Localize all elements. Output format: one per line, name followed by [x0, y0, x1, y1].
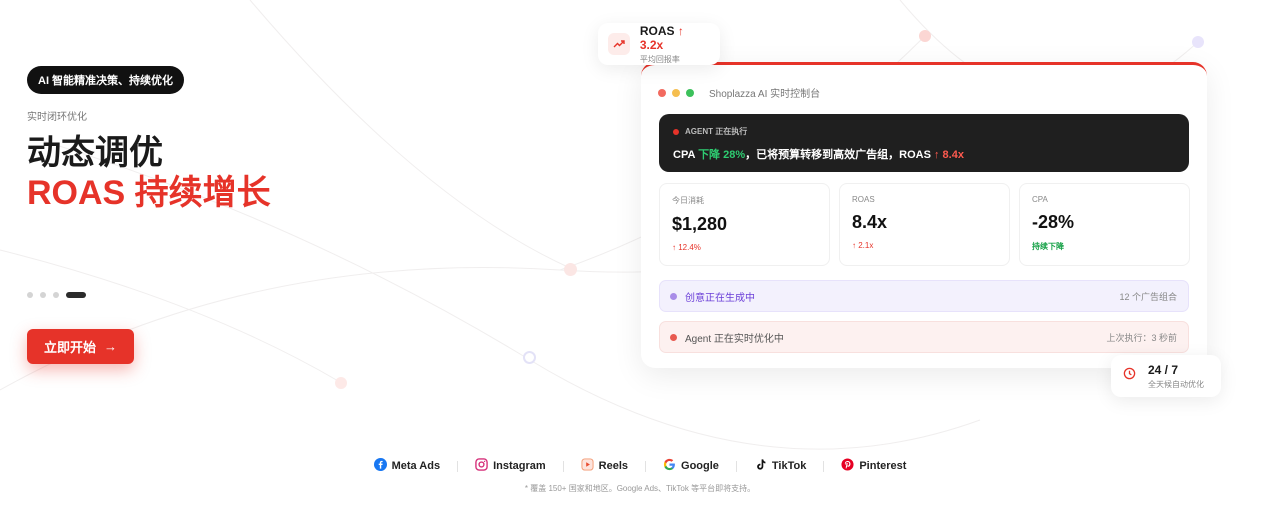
- eyebrow-text: 实时闭环优化: [27, 112, 87, 123]
- always-on-chip: 24 / 7 全天候自动优化: [1111, 355, 1221, 397]
- stat-cpa: CPA -28% 持续下降: [1019, 183, 1190, 266]
- carousel-indicator: [27, 292, 86, 298]
- window-controls: Shoplazza AI 实时控制台: [658, 85, 820, 100]
- agent-optimizing-bar: Agent 正在实时优化中 上次执行：3 秒前: [659, 321, 1189, 353]
- window-minimize-dot: [672, 88, 680, 97]
- arrow-right-icon: →: [104, 339, 117, 354]
- status-dot: [673, 128, 679, 135]
- divider: [645, 460, 647, 472]
- carousel-dot-1[interactable]: [27, 292, 33, 298]
- trend-up-icon: [608, 33, 630, 55]
- hero-section: AI 智能精准决策、持续优化 实时闭环优化 动态调优 ROAS 持续增长: [27, 66, 447, 213]
- start-button-label: 立即开始: [43, 340, 96, 355]
- clock-icon: [1123, 367, 1136, 385]
- carousel-dot-3[interactable]: [53, 292, 59, 298]
- coverage-footnote: * 覆盖 150+ 国家和地区。Google Ads、TikTok 等平台即将支…: [524, 484, 756, 493]
- platform-tiktok[interactable]: TikTok: [754, 458, 806, 474]
- divider: [562, 460, 564, 472]
- roas-chip: ROAS ↑ 3.2x 平均回报率: [598, 23, 720, 65]
- agent-optimizing-dot: [670, 333, 677, 341]
- roas-chip-title: ROAS ↑ 3.2x: [639, 23, 684, 52]
- agent-status: AGENT 正在执行: [673, 126, 1175, 137]
- stats-row: 今日消耗 $1,280 ↑ 12.4% ROAS 8.4x ↑ 2.1x CPA…: [659, 183, 1190, 266]
- platform-meta-ads[interactable]: Meta Ads: [373, 458, 440, 474]
- last-run-time: 上次执行：3 秒前: [1106, 332, 1177, 343]
- pinterest-icon: [841, 458, 854, 474]
- divider: [735, 460, 737, 472]
- window-maximize-dot: [686, 88, 694, 97]
- divider: [457, 460, 459, 472]
- always-on-subtitle: 全天候自动优化: [1148, 379, 1204, 389]
- platform-pinterest[interactable]: Pinterest: [841, 458, 906, 474]
- creative-status-dot: [670, 292, 677, 300]
- stat-spend: 今日消耗 $1,280 ↑ 12.4%: [659, 183, 830, 266]
- agent-optimizing-label: Agent 正在实时优化中: [685, 333, 784, 345]
- carousel-dot-4[interactable]: [66, 292, 86, 298]
- always-on-title: 24 / 7: [1148, 362, 1179, 377]
- creative-status-label: 创意正在生成中: [685, 292, 755, 304]
- facebook-icon: [373, 458, 387, 474]
- google-icon: [663, 458, 676, 474]
- roas-chip-value: 3.2x: [639, 37, 664, 52]
- dashboard-title: Shoplazza AI 实时控制台: [709, 89, 821, 100]
- hero-title-accent: ROAS 持续增长: [27, 174, 271, 212]
- reels-icon: [581, 458, 594, 474]
- roas-chip-arrow: ↑: [677, 23, 684, 38]
- platform-google[interactable]: Google: [663, 458, 719, 474]
- hero-title: 动态调优: [27, 134, 163, 172]
- feature-pill: AI 智能精准决策、持续优化: [27, 66, 185, 94]
- platform-instagram[interactable]: Instagram: [475, 458, 546, 474]
- creative-status-bar: 创意正在生成中 12 个广告组合: [659, 280, 1189, 312]
- stat-roas: ROAS 8.4x ↑ 2.1x: [839, 183, 1010, 266]
- divider: [823, 460, 825, 472]
- tiktok-icon: [754, 458, 767, 474]
- agent-message: CPA 下降 28%，已将预算转移到高效广告组，ROAS ↑ 8.4x: [673, 149, 964, 161]
- dashboard-card: Shoplazza AI 实时控制台 AGENT 正在执行 CPA 下降 28%…: [641, 62, 1207, 368]
- carousel-dot-2[interactable]: [40, 292, 46, 298]
- agent-status-box: AGENT 正在执行 CPA 下降 28%，已将预算转移到高效广告组，ROAS …: [659, 114, 1189, 172]
- start-button[interactable]: 立即开始 →: [27, 329, 134, 364]
- instagram-icon: [475, 458, 488, 474]
- creative-count: 12 个广告组合: [1119, 291, 1177, 302]
- platform-reels[interactable]: Reels: [581, 458, 628, 474]
- roas-chip-subtitle: 平均回报率: [639, 54, 680, 64]
- window-close-dot: [658, 88, 666, 97]
- platform-list: Meta Ads Instagram Reels Google TikTok P…: [0, 458, 1280, 474]
